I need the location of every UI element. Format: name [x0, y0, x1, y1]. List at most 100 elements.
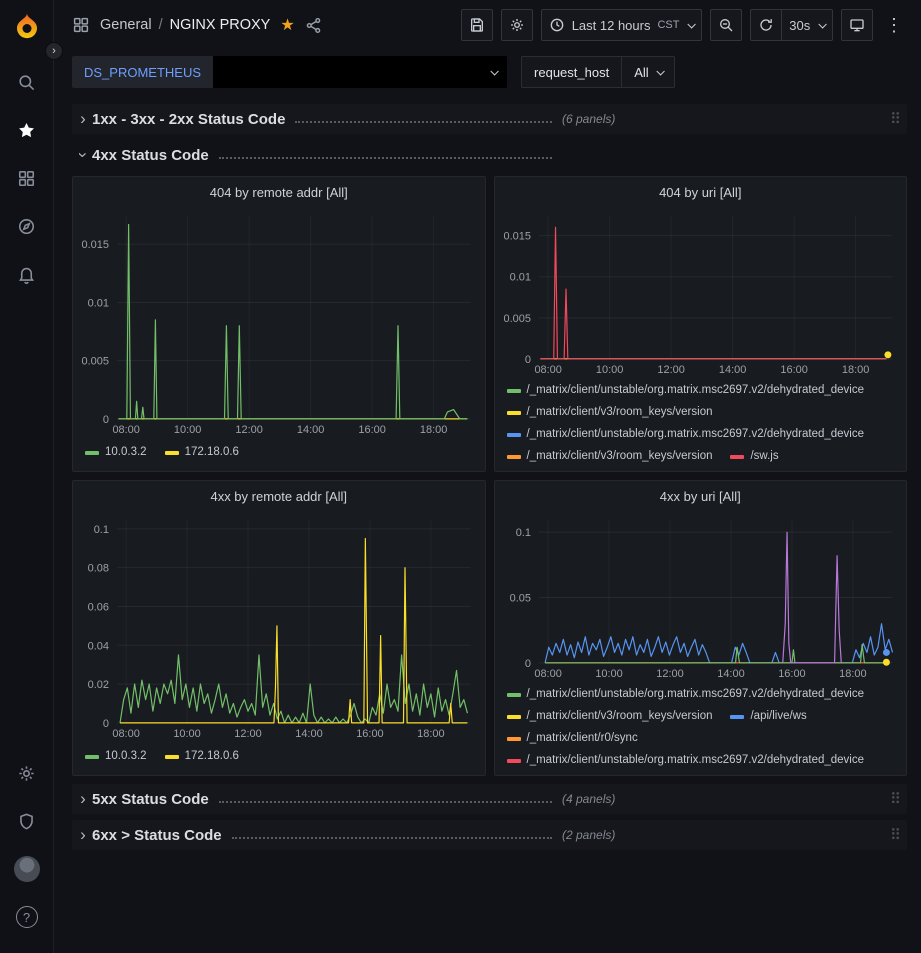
legend-label: 10.0.3.2: [105, 443, 147, 462]
legend-item[interactable]: /api/live/ws: [730, 707, 806, 726]
refresh-interval-dropdown[interactable]: 30s: [781, 9, 833, 41]
sidebar-item-explore[interactable]: [7, 206, 47, 246]
breadcrumb-folder[interactable]: General: [100, 17, 152, 33]
svg-text:16:00: 16:00: [780, 364, 807, 376]
legend-row: 10.0.3.2 172.18.0.6: [85, 443, 475, 462]
legend-item[interactable]: 172.18.0.6: [165, 747, 239, 766]
sidebar-expand-button[interactable]: ›: [45, 42, 63, 60]
svg-text:0.015: 0.015: [503, 231, 530, 243]
time-series-chart[interactable]: 08:0010:0012:0014:0016:0018:0000.0050.01…: [73, 207, 485, 439]
sidebar-item-alerting[interactable]: [7, 254, 47, 294]
row-title: 5xx Status Code: [92, 791, 209, 808]
legend-label: /sw.js: [750, 447, 778, 466]
legend-swatch: [507, 455, 521, 459]
more-options-icon[interactable]: ⋮: [881, 15, 907, 36]
row-header-1xx[interactable]: › 1xx - 3xx - 2xx Status Code (6 panels)…: [72, 104, 907, 134]
grafana-app: ›: [0, 0, 921, 953]
legend-item[interactable]: /_matrix/client/unstable/org.matrix.msc2…: [507, 685, 865, 704]
legend-label: /_matrix/client/unstable/org.matrix.msc2…: [527, 381, 865, 400]
panel-title[interactable]: 404 by remote addr [All]: [73, 177, 485, 207]
legend-item[interactable]: /_matrix/client/unstable/org.matrix.msc2…: [507, 751, 865, 770]
dashboard-settings-button[interactable]: [501, 9, 533, 41]
legend-item[interactable]: 10.0.3.2: [85, 747, 147, 766]
sidebar-item-server-admin[interactable]: [7, 801, 47, 841]
datasource-variable-value[interactable]: [213, 56, 507, 88]
legend-item[interactable]: /sw.js: [730, 447, 778, 466]
svg-text:0: 0: [524, 354, 530, 366]
panel-4xx-by-remote-addr: 4xx by remote addr [All] 08:0010:0012:00…: [72, 480, 486, 776]
svg-text:0.015: 0.015: [82, 239, 109, 251]
grafana-logo[interactable]: [12, 10, 42, 40]
favorite-star-icon[interactable]: ★: [280, 15, 294, 35]
request-host-variable-value[interactable]: All: [622, 56, 675, 88]
refresh-button[interactable]: [750, 9, 782, 41]
zoom-out-button[interactable]: [710, 9, 742, 41]
svg-text:16:00: 16:00: [358, 424, 385, 436]
legend-item[interactable]: /_matrix/client/r0/sync: [507, 729, 638, 748]
sidebar-item-starred[interactable]: [7, 110, 47, 150]
star-icon: [17, 121, 36, 140]
timezone-label: CST: [657, 19, 679, 31]
svg-text:0.005: 0.005: [82, 356, 109, 368]
legend-item[interactable]: /_matrix/client/unstable/org.matrix.msc2…: [507, 425, 865, 444]
sidebar-item-search[interactable]: [7, 62, 47, 102]
svg-text:0.04: 0.04: [88, 640, 109, 652]
sidebar-item-help[interactable]: ?: [7, 897, 47, 937]
legend-item[interactable]: /_matrix/client/v3/room_keys/version: [507, 403, 713, 422]
row-header-4xx[interactable]: › 4xx Status Code: [72, 140, 907, 170]
gear-icon: [17, 764, 36, 783]
share-icon[interactable]: [305, 17, 322, 34]
svg-text:16:00: 16:00: [356, 728, 383, 740]
panel-title[interactable]: 4xx by uri [All]: [495, 481, 907, 511]
chevron-down-icon: [656, 67, 664, 75]
chevron-right-icon: ›: [74, 109, 92, 129]
panel-title[interactable]: 404 by uri [All]: [495, 177, 907, 207]
row-drag-handle[interactable]: ⠿: [890, 826, 901, 844]
svg-text:0.005: 0.005: [503, 313, 530, 325]
panel-legend: /_matrix/client/unstable/org.matrix.msc2…: [495, 379, 907, 471]
panel-legend: 10.0.3.2 172.18.0.6: [73, 441, 485, 471]
page-title[interactable]: NGINX PROXY: [170, 17, 271, 33]
request-host-variable-label: request_host: [521, 56, 622, 88]
legend-item[interactable]: /_matrix/client/unstable/org.matrix.msc2…: [507, 381, 865, 400]
legend-label: 172.18.0.6: [185, 747, 239, 766]
legend-item[interactable]: /_matrix/client/v3/room_keys/version: [507, 447, 713, 466]
breadcrumb-separator: /: [159, 17, 163, 33]
svg-text:12:00: 12:00: [234, 728, 261, 740]
legend-label: /_matrix/client/v3/room_keys/version: [527, 707, 713, 726]
dashboard-grid-icon: [72, 16, 90, 34]
time-series-chart[interactable]: 08:0010:0012:0014:0016:0018:0000.020.040…: [73, 511, 485, 743]
row-drag-handle[interactable]: ⠿: [890, 790, 901, 808]
time-range-picker[interactable]: Last 12 hours CST: [541, 9, 703, 41]
panel-grid: 404 by remote addr [All] 08:0010:0012:00…: [72, 176, 907, 776]
row-drag-handle[interactable]: ⠿: [890, 110, 901, 128]
panel-title[interactable]: 4xx by remote addr [All]: [73, 481, 485, 511]
legend-label: /_matrix/client/unstable/org.matrix.msc2…: [527, 425, 865, 444]
search-icon: [17, 73, 36, 92]
row-title: 6xx > Status Code: [92, 827, 222, 844]
legend-label: /_matrix/client/unstable/org.matrix.msc2…: [527, 685, 865, 704]
legend-item[interactable]: 10.0.3.2: [85, 443, 147, 462]
chevron-right-icon: ›: [74, 789, 92, 809]
time-series-chart[interactable]: 08:0010:0012:0014:0016:0018:0000.050.1: [495, 511, 907, 683]
legend-label: 10.0.3.2: [105, 747, 147, 766]
svg-text:0.06: 0.06: [88, 601, 109, 613]
sidebar-item-profile[interactable]: [7, 849, 47, 889]
row-header-5xx[interactable]: › 5xx Status Code (4 panels) ⠿: [72, 784, 907, 814]
legend-item[interactable]: 172.18.0.6: [165, 443, 239, 462]
legend-row: /_matrix/client/unstable/org.matrix.msc2…: [507, 751, 897, 770]
legend-item[interactable]: /_matrix/client/v3/room_keys/version: [507, 707, 713, 726]
chevron-down-icon: [819, 20, 827, 28]
legend-label: /_matrix/client/unstable/org.matrix.msc2…: [527, 751, 865, 770]
svg-text:0.02: 0.02: [88, 679, 109, 691]
tv-mode-button[interactable]: [841, 9, 873, 41]
save-dashboard-button[interactable]: [461, 9, 493, 41]
refresh-icon: [758, 17, 774, 33]
time-series-chart[interactable]: 08:0010:0012:0014:0016:0018:0000.0050.01…: [495, 207, 907, 379]
svg-text:0.1: 0.1: [94, 524, 109, 536]
datasource-variable-label: DS_PROMETHEUS: [72, 56, 213, 88]
row-header-6xx[interactable]: › 6xx > Status Code (2 panels) ⠿: [72, 820, 907, 850]
sidebar-item-configuration[interactable]: [7, 753, 47, 793]
panel-legend: /_matrix/client/unstable/org.matrix.msc2…: [495, 683, 907, 775]
sidebar-item-dashboards[interactable]: [7, 158, 47, 198]
